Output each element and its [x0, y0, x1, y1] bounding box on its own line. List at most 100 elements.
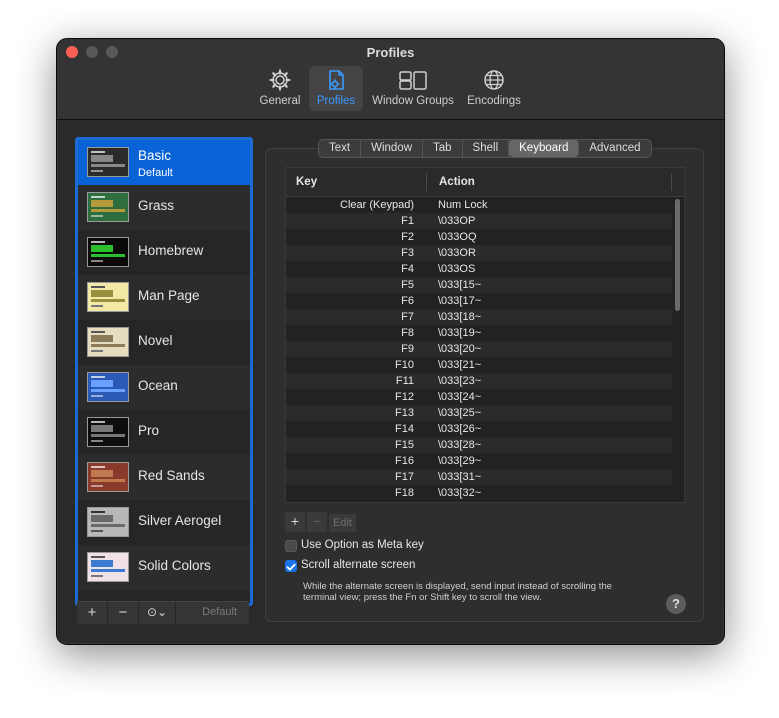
profile-thumbnail	[87, 372, 129, 402]
profile-name: Silver Aerogel	[138, 513, 222, 528]
key-mapping-table[interactable]: Key Action Clear (Keypad) Num Lock F1 \033O…	[285, 167, 685, 503]
window-title: Profiles	[366, 45, 415, 60]
profile-name: Ocean	[138, 378, 178, 393]
add-profile-button[interactable]: +	[77, 602, 108, 624]
tab-keyboard[interactable]: Keyboard	[509, 140, 580, 157]
toolbar-encodings[interactable]: Encodings	[463, 66, 525, 111]
action-cell: \033OP	[438, 215, 476, 227]
window-groups-icon	[398, 69, 428, 94]
tab-window[interactable]: Window	[361, 140, 423, 157]
table-row[interactable]: F3 \033OR	[286, 245, 672, 261]
table-row[interactable]: F8 \033[19~	[286, 325, 672, 341]
more-actions-menu-button[interactable]: ⊙⌄	[139, 602, 176, 624]
key-cell: F7	[401, 311, 414, 323]
table-row[interactable]: F12 \033[24~	[286, 389, 672, 405]
profiles-list[interactable]: Basic Default Grass Homebrew Man Page No…	[75, 137, 253, 606]
checkmark-icon	[286, 563, 296, 571]
table-row[interactable]: F10 \033[21~	[286, 357, 672, 373]
key-cell: F16	[395, 455, 414, 467]
action-cell: \033[17~	[438, 295, 482, 307]
key-cell: F8	[401, 327, 414, 339]
profile-item-basic[interactable]: Basic Default	[78, 140, 250, 185]
action-cell: \033[19~	[438, 327, 482, 339]
table-scrollbar[interactable]	[675, 199, 680, 311]
action-cell: \033OS	[438, 263, 476, 275]
profile-name: Red Sands	[138, 468, 205, 483]
toolbar-window-groups[interactable]: Window Groups	[367, 66, 459, 111]
profile-thumbnail	[87, 507, 129, 537]
profile-item-solid-colors[interactable]: Solid Colors	[78, 545, 250, 590]
add-key-mapping-button[interactable]: +	[285, 512, 305, 532]
scroll-alternate-screen-description: While the alternate screen is displayed,…	[303, 581, 612, 603]
table-row[interactable]: Clear (Keypad) Num Lock	[286, 197, 672, 213]
profile-item-silver-aerogel[interactable]: Silver Aerogel	[78, 500, 250, 545]
profile-name: Homebrew	[138, 243, 204, 258]
table-row[interactable]: F18 \033[32~	[286, 485, 672, 501]
profile-item-grass[interactable]: Grass	[78, 185, 250, 230]
key-cell: F13	[395, 407, 414, 419]
profile-name: Solid Colors	[138, 558, 211, 573]
table-row[interactable]: F9 \033[20~	[286, 341, 672, 357]
profile-name: Basic	[138, 148, 172, 163]
table-row[interactable]: F6 \033[17~	[286, 293, 672, 309]
help-button[interactable]: ?	[666, 594, 686, 614]
action-cell: \033[23~	[438, 375, 482, 387]
action-cell: \033[18~	[438, 311, 482, 323]
key-cell: F15	[395, 439, 414, 451]
toolbar-profiles[interactable]: Profiles	[309, 66, 363, 111]
action-cell: \033OQ	[438, 231, 477, 243]
profile-item-homebrew[interactable]: Homebrew	[78, 230, 250, 275]
tab-shell[interactable]: Shell	[463, 140, 510, 157]
settings-tabs: Text Window Tab Shell Keyboard Advanced	[318, 139, 652, 158]
tab-tab[interactable]: Tab	[423, 140, 463, 157]
tab-text[interactable]: Text	[319, 140, 362, 157]
table-row[interactable]: F7 \033[18~	[286, 309, 672, 325]
table-row[interactable]: F14 \033[26~	[286, 421, 672, 437]
action-cell: \033[25~	[438, 407, 482, 419]
remove-key-mapping-button[interactable]: −	[307, 512, 327, 532]
scroll-alternate-screen-checkbox[interactable]	[285, 560, 297, 572]
column-divider	[671, 173, 672, 191]
profile-item-pro[interactable]: Pro	[78, 410, 250, 455]
table-row[interactable]: F2 \033OQ	[286, 229, 672, 245]
set-default-button[interactable]: Default	[202, 606, 237, 618]
table-row[interactable]: F1 \033OP	[286, 213, 672, 229]
remove-profile-button[interactable]: −	[108, 602, 139, 624]
globe-icon	[483, 69, 505, 94]
action-cell: \033OR	[438, 247, 476, 259]
tab-advanced[interactable]: Advanced	[579, 140, 650, 157]
profile-item-red-sands[interactable]: Red Sands	[78, 455, 250, 500]
table-row[interactable]: F16 \033[29~	[286, 453, 672, 469]
table-row[interactable]: F5 \033[15~	[286, 277, 672, 293]
scroll-alternate-screen-label: Scroll alternate screen	[301, 559, 416, 571]
use-option-as-meta-checkbox[interactable]	[285, 540, 297, 552]
profile-thumbnail	[87, 147, 129, 177]
profile-thumbnail	[87, 462, 129, 492]
profile-item-man-page[interactable]: Man Page	[78, 275, 250, 320]
profile-default-label: Default	[138, 167, 173, 179]
column-header-key[interactable]: Key	[296, 176, 317, 188]
table-row[interactable]: F15 \033[28~	[286, 437, 672, 453]
key-cell: F14	[395, 423, 414, 435]
action-cell: \033[32~	[438, 487, 482, 499]
profile-thumbnail	[87, 417, 129, 447]
table-row[interactable]: F17 \033[31~	[286, 469, 672, 485]
table-row[interactable]: F11 \033[23~	[286, 373, 672, 389]
profile-item-ocean[interactable]: Ocean	[78, 365, 250, 410]
toolbar-profiles-label: Profiles	[316, 95, 356, 107]
key-cell: F12	[395, 391, 414, 403]
table-header: Key Action	[286, 168, 684, 197]
profile-thumbnail	[87, 192, 129, 222]
edit-key-mapping-button[interactable]: Edit	[329, 514, 356, 532]
profile-thumbnail	[87, 282, 129, 312]
table-row[interactable]: F13 \033[25~	[286, 405, 672, 421]
toolbar-general[interactable]: General	[255, 66, 305, 111]
action-cell: \033[15~	[438, 279, 482, 291]
profile-item-novel[interactable]: Novel	[78, 320, 250, 365]
action-cell: \033[24~	[438, 391, 482, 403]
column-header-action[interactable]: Action	[439, 176, 475, 188]
profile-thumbnail	[87, 327, 129, 357]
toolbar-general-label: General	[259, 95, 301, 107]
table-row[interactable]: F4 \033OS	[286, 261, 672, 277]
action-cell: \033[26~	[438, 423, 482, 435]
